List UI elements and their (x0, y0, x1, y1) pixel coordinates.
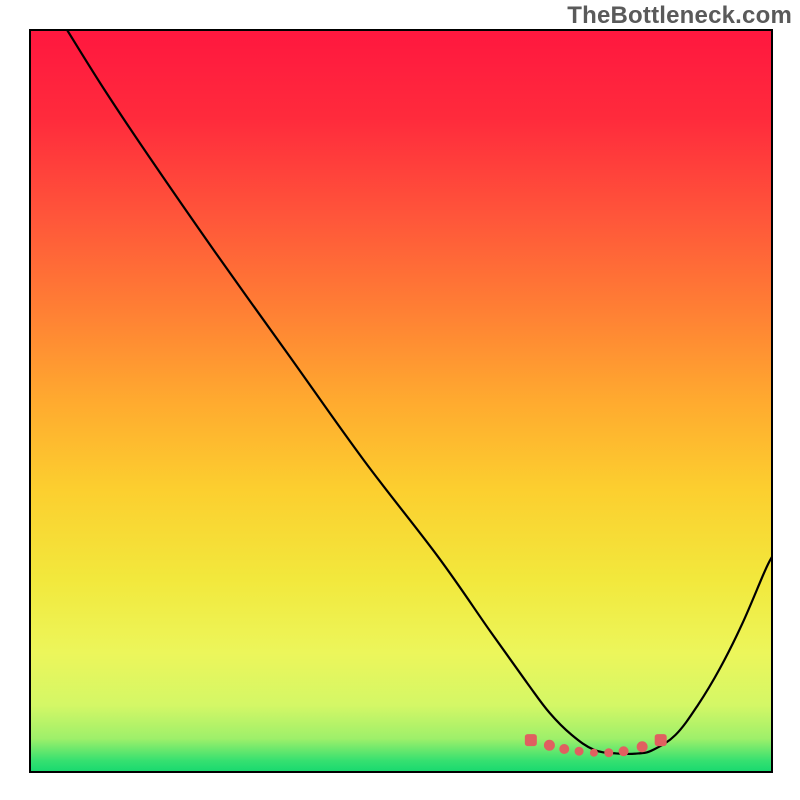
marker-point (605, 749, 613, 757)
marker-point (525, 735, 536, 746)
marker-point (655, 735, 666, 746)
bottleneck-chart: TheBottleneck.com (0, 0, 800, 800)
chart-svg (0, 0, 800, 800)
marker-point (560, 744, 569, 753)
marker-point (544, 740, 554, 750)
marker-point (590, 749, 597, 756)
gradient-background (30, 30, 772, 772)
marker-point (619, 747, 628, 756)
marker-point (637, 742, 647, 752)
marker-point (575, 747, 583, 755)
